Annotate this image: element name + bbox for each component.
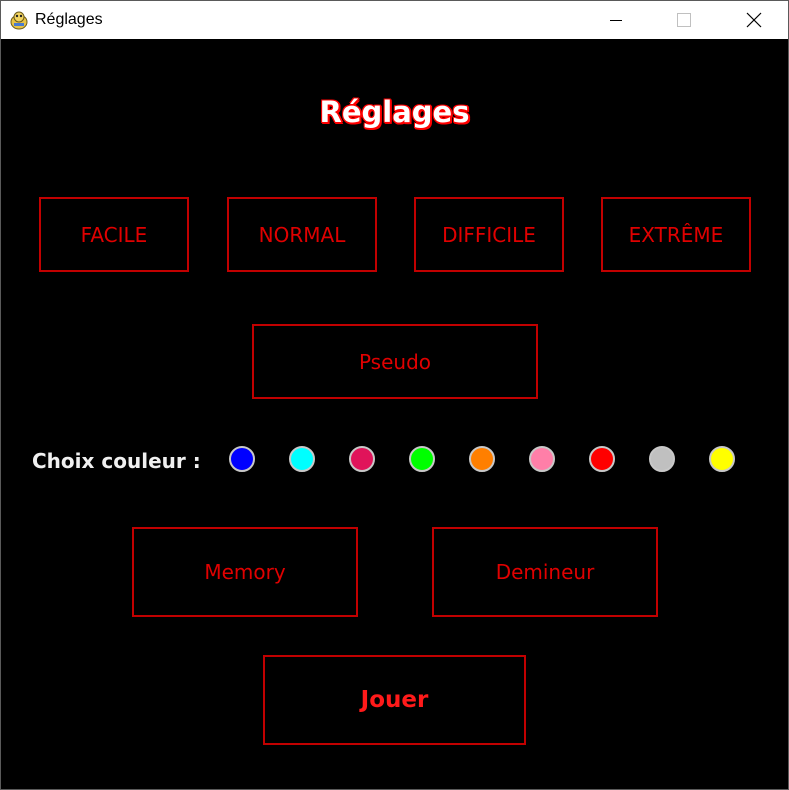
close-button[interactable] — [731, 1, 777, 39]
level-difficile-button[interactable]: DIFFICILE — [414, 197, 564, 272]
play-button[interactable]: Jouer — [263, 655, 526, 745]
level-normal-button[interactable]: NORMAL — [227, 197, 377, 272]
color-swatch-red[interactable] — [589, 446, 615, 472]
memory-button[interactable]: Memory — [132, 527, 358, 617]
color-swatch-cyan[interactable] — [289, 446, 315, 472]
title-bar: Réglages — [1, 1, 788, 39]
color-swatch-pink[interactable] — [529, 446, 555, 472]
pygame-snake-icon — [10, 11, 28, 30]
maximize-button[interactable] — [661, 1, 707, 39]
settings-window: Réglages Réglages FACILE NORMAL DIFFICIL… — [0, 0, 789, 790]
page-title: Réglages — [319, 95, 470, 129]
color-swatch-crimson[interactable] — [349, 446, 375, 472]
color-swatch-green[interactable] — [409, 446, 435, 472]
maximize-icon — [677, 13, 691, 27]
level-extreme-button[interactable]: EXTRÊME — [601, 197, 751, 272]
color-swatch-gray[interactable] — [649, 446, 675, 472]
color-swatch-blue[interactable] — [229, 446, 255, 472]
pseudo-button[interactable]: Pseudo — [252, 324, 538, 399]
minimize-button[interactable] — [593, 1, 639, 39]
demineur-button[interactable]: Demineur — [432, 527, 658, 617]
window-title: Réglages — [35, 11, 103, 28]
level-facile-button[interactable]: FACILE — [39, 197, 189, 272]
minimize-icon — [610, 20, 622, 21]
settings-screen: Réglages FACILE NORMAL DIFFICILE EXTRÊME… — [1, 39, 788, 789]
color-swatch-yellow[interactable] — [709, 446, 735, 472]
close-icon — [746, 12, 762, 28]
color-swatch-orange[interactable] — [469, 446, 495, 472]
color-choice-label: Choix couleur : — [32, 449, 201, 473]
